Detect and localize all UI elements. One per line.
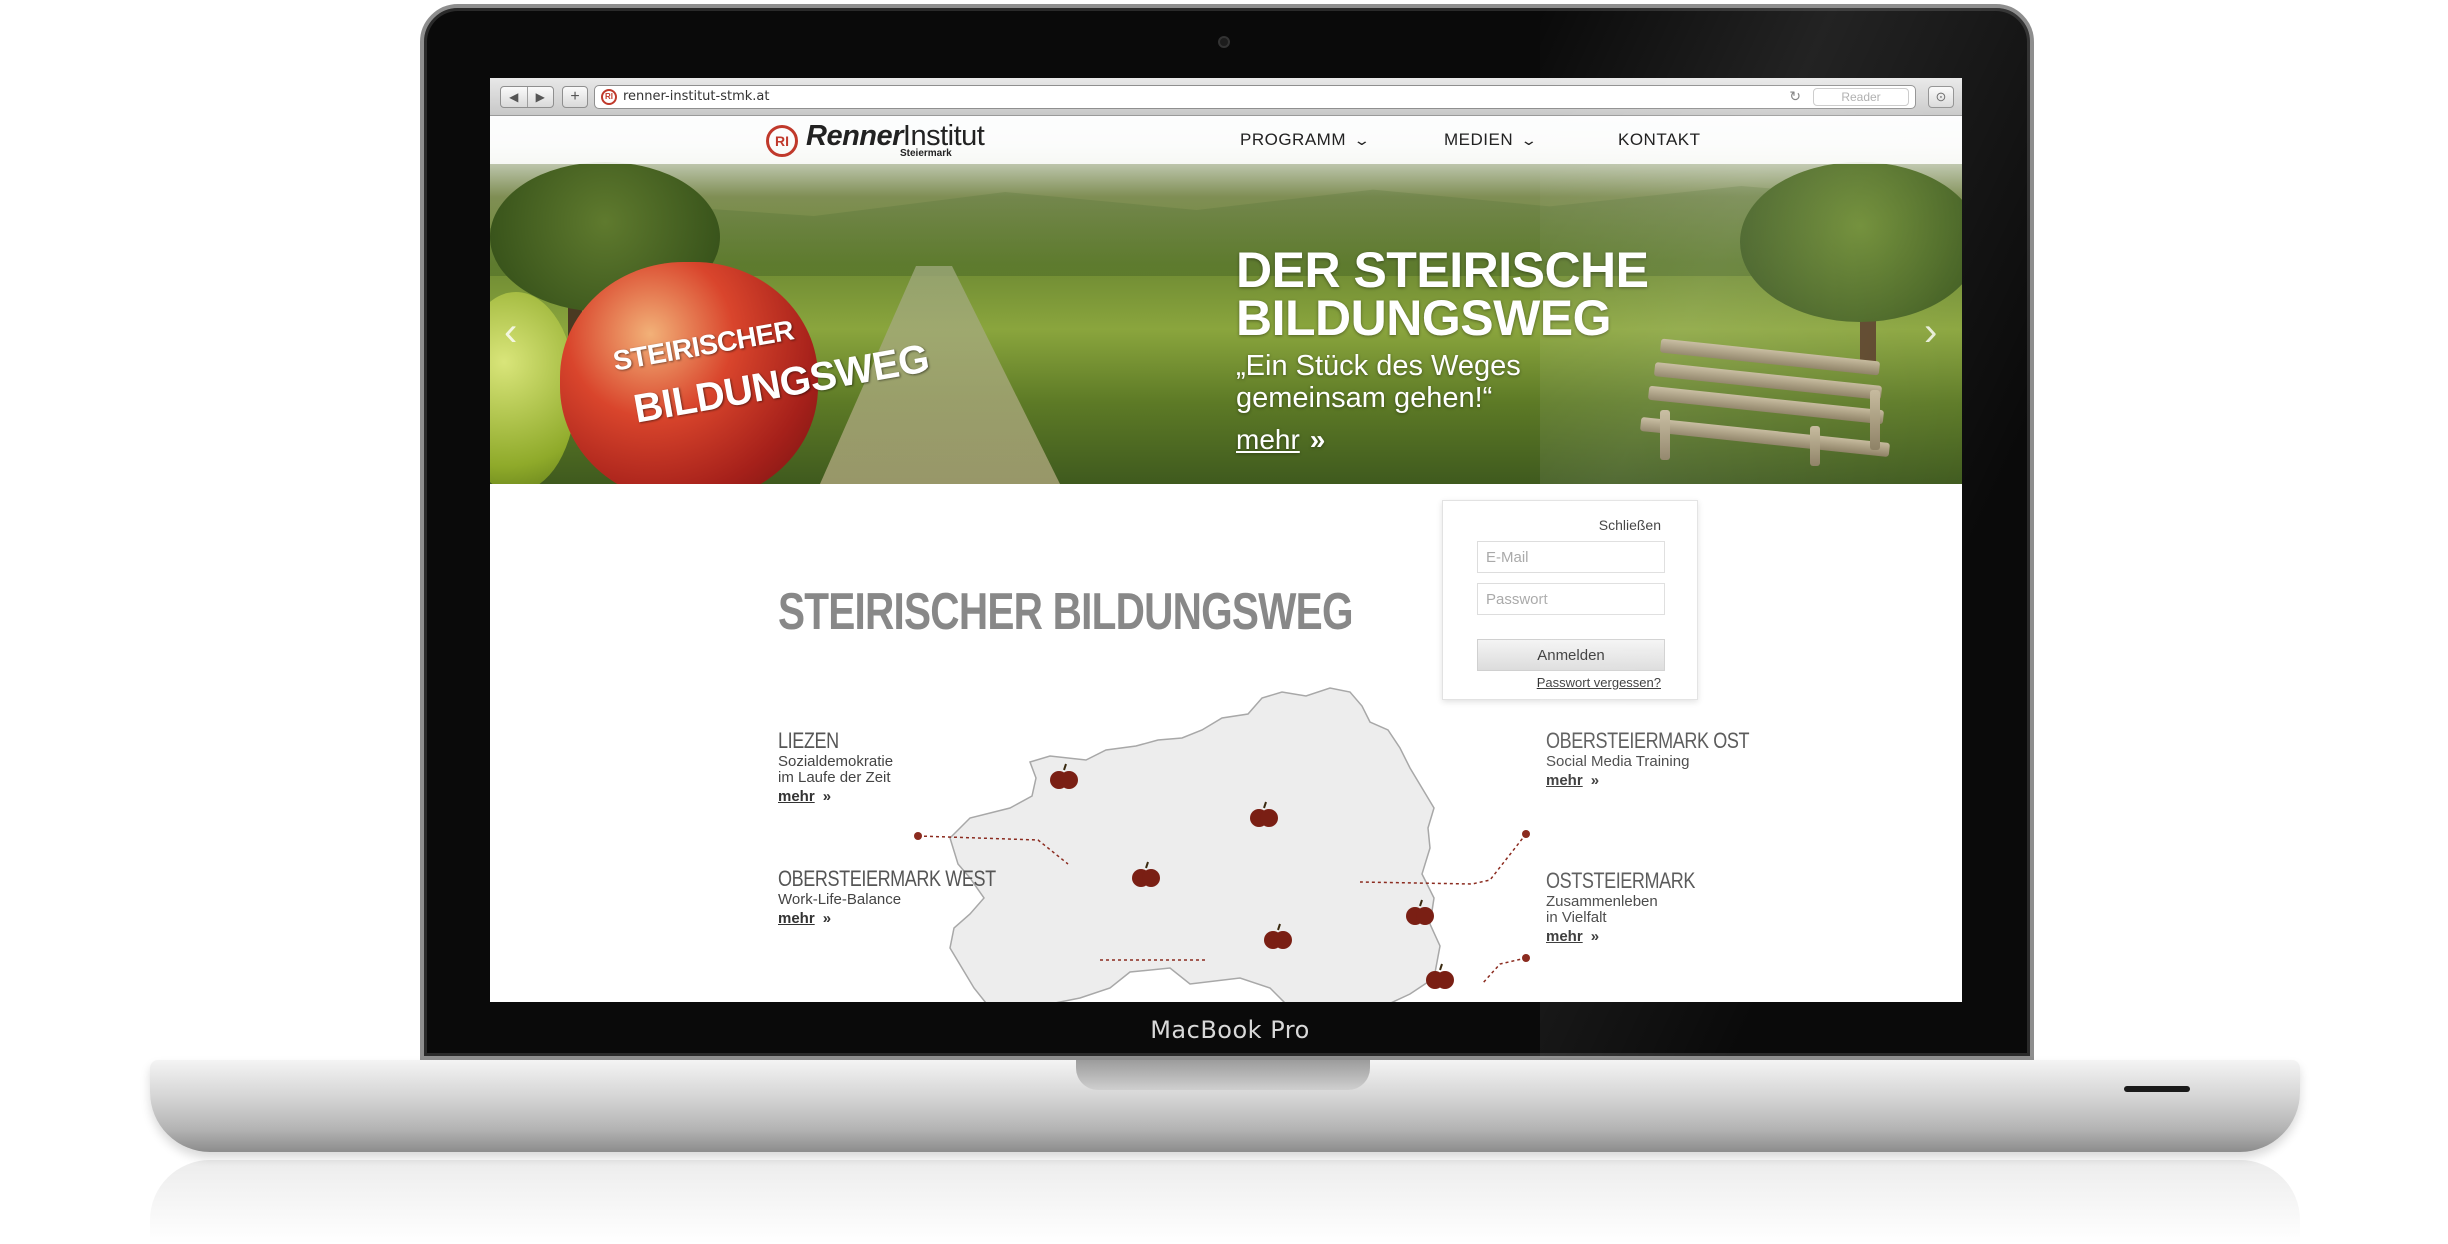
double-chevron-icon: » <box>822 788 832 805</box>
hero-more-label: mehr <box>1236 424 1300 455</box>
site-header: RI RennerInstitut Steiermark PROGRAMM ⌄ M… <box>490 116 1962 164</box>
region-more-label: mehr <box>1546 928 1583 945</box>
reload-icon[interactable]: ↻ <box>1789 88 1801 105</box>
region-obersteiermark-west: OBERSTEIERMARK WEST Work-Life-Balance me… <box>778 866 1044 928</box>
forward-icon[interactable]: ▶ <box>528 87 554 107</box>
double-chevron-icon: » <box>1590 772 1600 789</box>
region-more-link[interactable]: mehr » <box>1546 772 1599 789</box>
hero-quote-line1: „Ein Stück des Weges <box>1236 350 1521 382</box>
history-buttons: ◀ ▶ <box>500 86 554 108</box>
region-name: OBERSTEIERMARK OST <box>1546 728 1750 753</box>
chevron-down-icon: ⌄ <box>1520 132 1539 148</box>
device-brand-label: MacBook Pro <box>1150 1016 1310 1044</box>
region-name: OSTSTEIERMARK <box>1546 868 1696 893</box>
region-desc: Sozialdemokratie im Laufe der Zeit <box>778 753 894 786</box>
back-icon[interactable]: ◀ <box>501 87 528 107</box>
region-more-link[interactable]: mehr » <box>778 910 831 927</box>
map-outline <box>949 687 1441 1002</box>
laptop-reflection <box>150 1160 2300 1244</box>
nav-programm[interactable]: PROGRAMM ⌄ <box>1240 130 1372 150</box>
hero-banner: STEIRISCHER BILDUNGSWEG ‹ › DER STEIRISC… <box>490 116 1962 484</box>
laptop-notch <box>1076 1060 1370 1090</box>
site-logo[interactable]: RennerInstitut <box>806 120 985 153</box>
logo-icon[interactable]: RI <box>766 125 798 157</box>
region-more-label: mehr <box>778 910 815 927</box>
region-liezen: LIEZEN Sozialdemokratie im Laufe der Zei… <box>778 728 893 806</box>
bench-image <box>1639 338 1910 466</box>
login-panel: Schließen Anmelden Passwort vergessen? <box>1442 500 1698 700</box>
connector-dot-oststeiermark <box>1522 954 1530 962</box>
region-desc: Social Media Training <box>1546 753 1690 770</box>
double-chevron-icon: » <box>1309 424 1326 455</box>
region-name: LIEZEN <box>778 728 839 753</box>
tree-right <box>1740 162 1962 322</box>
login-button[interactable]: Anmelden <box>1477 639 1665 671</box>
double-chevron-icon: » <box>822 910 832 927</box>
hero-title-line1: DER STEIRISCHE <box>1236 242 1649 298</box>
connector-oststeiermark <box>1481 957 1527 985</box>
region-more-link[interactable]: mehr » <box>1546 928 1599 945</box>
nav-medien[interactable]: MEDIEN ⌄ <box>1444 130 1539 150</box>
url-text[interactable]: renner-institut-stmk.at <box>623 89 769 104</box>
nav-medien-label: MEDIEN <box>1444 130 1514 149</box>
carousel-next-icon[interactable]: › <box>1924 310 1937 355</box>
hero-quote-line2: gemeinsam gehen!“ <box>1236 382 1493 414</box>
logo-bold: Renner <box>806 120 903 152</box>
camera-icon <box>1218 36 1230 48</box>
downloads-icon[interactable]: ⊙ <box>1928 86 1954 108</box>
nav-kontakt-label: KONTAKT <box>1618 130 1701 149</box>
reader-button[interactable]: Reader <box>1813 88 1909 106</box>
region-more-link[interactable]: mehr » <box>778 788 831 805</box>
region-desc: Zusammenleben in Vielfalt <box>1546 893 1658 926</box>
region-obersteiermark-ost: OBERSTEIERMARK OST Social Media Training… <box>1546 728 1794 790</box>
region-oststeiermark: OSTSTEIERMARK Zusammenleben in Vielfalt … <box>1546 868 1728 946</box>
chevron-down-icon: ⌄ <box>1352 132 1372 148</box>
region-desc: Work-Life-Balance <box>778 891 902 908</box>
region-more-label: mehr <box>778 788 815 805</box>
browser-toolbar: ◀ ▶ + RI renner-institut-stmk.at ↻ Reade… <box>490 78 1962 116</box>
carousel-prev-icon[interactable]: ‹ <box>504 310 517 355</box>
favicon-icon: RI <box>601 89 617 105</box>
login-close-link[interactable]: Schließen <box>1599 517 1661 533</box>
region-more-label: mehr <box>1546 772 1583 789</box>
region-name: OBERSTEIERMARK WEST <box>778 866 996 891</box>
nav-kontakt[interactable]: KONTAKT <box>1618 130 1701 150</box>
double-chevron-icon: » <box>1590 928 1600 945</box>
sleep-indicator <box>2124 1086 2190 1092</box>
section-title: STEIRISCHER BILDUNGSWEG <box>778 583 1354 641</box>
connector-dot-liezen <box>914 832 922 840</box>
hero-more-link[interactable]: mehr » <box>1236 424 1325 456</box>
hero-title-line2: BILDUNGSWEG <box>1236 290 1612 346</box>
nav-programm-label: PROGRAMM <box>1240 130 1346 149</box>
hero-quote: „Ein Stück des Weges gemeinsam gehen!“ <box>1236 350 1521 414</box>
styria-map <box>914 687 1530 1002</box>
add-bookmark-button[interactable]: + <box>562 86 588 108</box>
connector-dot-ost <box>1522 830 1530 838</box>
password-field[interactable] <box>1477 583 1665 615</box>
forgot-password-link[interactable]: Passwort vergessen? <box>1537 675 1661 690</box>
screen: ◀ ▶ + RI renner-institut-stmk.at ↻ Reade… <box>490 78 1962 1002</box>
email-field[interactable] <box>1477 541 1665 573</box>
address-bar[interactable]: RI renner-institut-stmk.at ↻ Reader <box>594 85 1916 109</box>
logo-subtitle: Steiermark <box>900 148 952 159</box>
hero-title: DER STEIRISCHE BILDUNGSWEG <box>1236 242 1649 346</box>
